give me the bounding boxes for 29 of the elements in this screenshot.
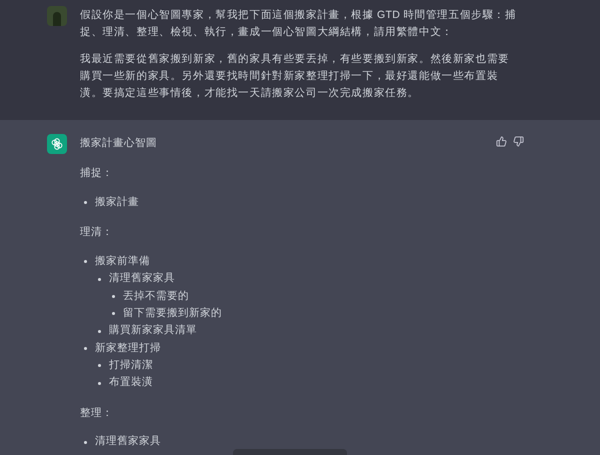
bullet-icon [112,312,115,316]
bullet-icon [84,201,87,204]
bullet-icon [84,346,87,350]
list-item-text: 購買新家家具清單 [109,323,197,338]
list-item-text: 新家整理打掃 [95,340,161,356]
message-title: 搬家計畫心智圖 [80,136,158,151]
list-item-text: 留下需要搬到新家的 [123,306,222,321]
bullet-icon [98,382,101,385]
section-heading: 整理： [80,406,114,421]
thumbs-up-icon[interactable] [496,136,507,147]
list-item-text: 搬家計畫 [95,194,139,210]
bullet-icon [112,295,115,298]
list-item-text: 搬家前準備 [95,254,150,270]
message-paragraph: 假設你是一個心智圖專家，幫我把下面這個搬家計畫，根據 GTD 時間管理五個步驟：捕捉、理清、整理、檢視、執行，畫成一個心智圖大綱結構，請用繁體中文： [80,8,518,40]
bullet-icon [84,440,87,444]
list-item-text: 清理舊家家具 [109,271,175,286]
list-item-text: 布置裝潢 [109,375,153,390]
bullet-icon [84,260,87,264]
list-item-text: 丟掉不需要的 [123,288,189,304]
bullet-icon [98,330,101,333]
bullet-icon [98,278,101,281]
bullet-icon [98,364,101,368]
section-heading: 捕捉： [80,166,114,181]
list-item-text: 打掃清潔 [109,358,153,373]
list-item-text: 清理舊家家具 [95,434,161,450]
message-paragraph: 我最近需要從舊家搬到新家，舊的家具有些要丟掉，有些要搬到新家。然後新家也需要購買一些新的家具。另外還要找時間針對新家整理打掃一下，最好還能做一些布置裝潢。要搞定這些事情後，才能找一天請搬家公司一次完成搬家任務。 [80,52,510,102]
user-avatar [47,6,67,26]
section-heading: 理清： [80,225,114,240]
thumbs-down-icon[interactable] [513,136,524,147]
